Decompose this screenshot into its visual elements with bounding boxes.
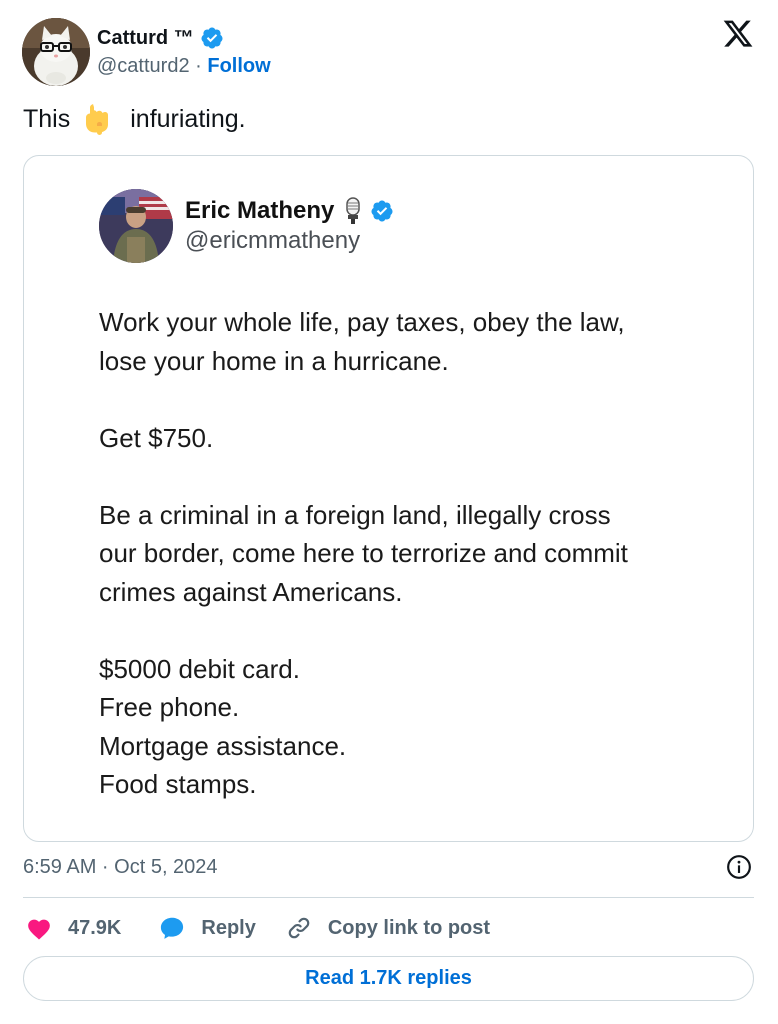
action-bar: 47.9K Reply Copy link to post xyxy=(26,912,490,944)
author-info: Catturd ™ @catturd2 · Follow xyxy=(97,25,271,79)
embedded-line: lose your home in a hurricane. xyxy=(99,345,449,376)
embedded-line: crimes against Americans. xyxy=(99,576,403,607)
embedded-line: Food stamps. xyxy=(99,769,257,799)
embedded-line: Free phone. xyxy=(99,692,240,722)
link-icon xyxy=(288,917,310,939)
author-avatar[interactable] xyxy=(22,18,90,86)
copy-link-button[interactable]: Copy link to post xyxy=(286,915,490,941)
timestamp[interactable]: 6:59 AM · Oct 5, 2024 xyxy=(23,854,218,880)
embedded-post-header: Eric Matheny @ericmmatheny xyxy=(99,189,719,263)
follow-button[interactable]: Follow xyxy=(207,55,270,77)
embedded-paragraph: Work your whole life, pay taxes, obey th… xyxy=(99,303,719,380)
info-icon[interactable] xyxy=(726,854,752,880)
author-handle-row: @catturd2 · Follow xyxy=(97,53,271,79)
author-handle[interactable]: @catturd2 xyxy=(97,55,190,77)
embedded-paragraph: Get $750. xyxy=(99,419,719,458)
pointing-down-emoji xyxy=(86,104,109,135)
verified-badge-icon xyxy=(201,27,223,49)
author-name[interactable]: Catturd ™ xyxy=(97,25,194,51)
embedded-author-info: Eric Matheny @ericmmatheny xyxy=(185,196,394,256)
embedded-author-name: Eric Matheny xyxy=(185,197,335,224)
reply-button[interactable]: Reply xyxy=(159,915,256,941)
heart-icon xyxy=(28,919,50,940)
handle-separator: · xyxy=(195,55,202,77)
author-name-row: Catturd ™ xyxy=(97,25,271,51)
embedded-author-avatar xyxy=(99,189,173,263)
read-replies-label: Read 1.7K replies xyxy=(305,967,472,989)
embedded-line: Be a criminal in a foreign land, illegal… xyxy=(99,499,611,530)
reply-label: Reply xyxy=(201,916,256,939)
embedded-verified-badge-icon xyxy=(371,200,393,222)
embedded-line: Mortgage assistance. xyxy=(99,730,347,761)
embedded-line: Work your whole life, pay taxes, obey th… xyxy=(99,307,625,337)
read-replies-button[interactable]: Read 1.7K replies xyxy=(23,956,754,1001)
embedded-line: our border, come here to terrorize and c… xyxy=(99,538,628,568)
attached-image[interactable]: Eric Matheny @ericmmatheny Work your who… xyxy=(23,155,754,842)
tweet-text: This infuriating. xyxy=(23,102,246,136)
tweet-text-after: infuriating. xyxy=(130,105,246,133)
tweet-text-before: This xyxy=(23,105,71,133)
reply-bubble-icon xyxy=(161,917,184,939)
x-logo-icon[interactable] xyxy=(722,20,754,50)
tweet-meta: 6:59 AM · Oct 5, 2024 xyxy=(23,854,754,880)
like-count: 47.9K xyxy=(68,916,122,939)
embedded-name-row: Eric Matheny xyxy=(185,196,394,226)
microphone-icon xyxy=(346,197,361,224)
copy-link-label: Copy link to post xyxy=(327,916,491,939)
like-button[interactable]: 47.9K xyxy=(26,916,121,940)
embedded-author-handle: @ericmmatheny xyxy=(185,227,361,254)
embedded-line: Get $750. xyxy=(99,422,214,453)
embedded-post: Eric Matheny @ericmmatheny Work your who… xyxy=(99,189,719,804)
divider xyxy=(23,897,754,898)
embedded-line: $5000 debit card. xyxy=(99,653,300,684)
tweet-embed: Catturd ™ @catturd2 · Follow This infuri… xyxy=(0,0,778,1024)
embedded-paragraph: Be a criminal in a foreign land, illegal… xyxy=(99,496,719,612)
embedded-post-body: Work your whole life, pay taxes, obey th… xyxy=(99,303,719,804)
embedded-paragraph: $5000 debit card. Free phone. Mortgage a… xyxy=(99,650,719,804)
tweet-header: Catturd ™ @catturd2 · Follow xyxy=(22,18,271,86)
